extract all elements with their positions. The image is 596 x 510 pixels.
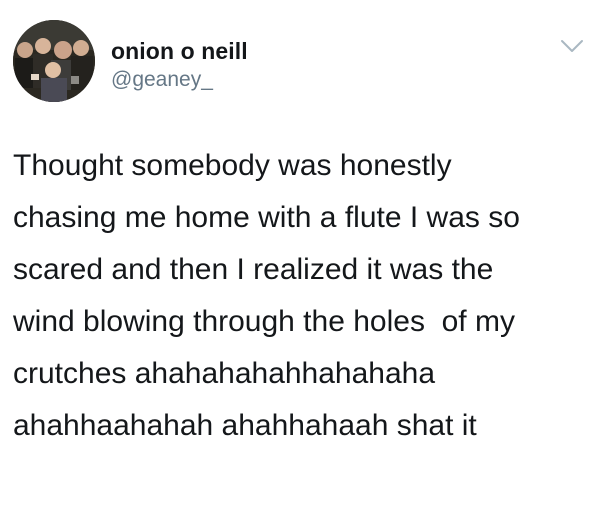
chevron-down-icon[interactable] [560,38,584,54]
tweet-text-line: scared and then I realized it was the [13,253,494,286]
avatar[interactable] [13,20,95,102]
tweet-card: onion o neill @geaney_ Thought somebody … [0,0,596,510]
tweet-text-line: crutches ahahahahahhahahaha [13,357,436,390]
author-display-name[interactable]: onion o neill [111,38,248,65]
tweet-text-line: ahahhaahahah ahahhahaah shat it [13,409,477,442]
tweet-text-line: chasing me home with a flute I was so [13,201,520,234]
tweet-text: Thought somebody was honestly chasing me… [13,140,588,452]
author-handle[interactable]: @geaney_ [111,68,213,92]
tweet-text-line: wind blowing through the holes of my [13,305,515,338]
avatar-photo [13,20,95,102]
tweet-text-line: Thought somebody was honestly [13,149,452,182]
